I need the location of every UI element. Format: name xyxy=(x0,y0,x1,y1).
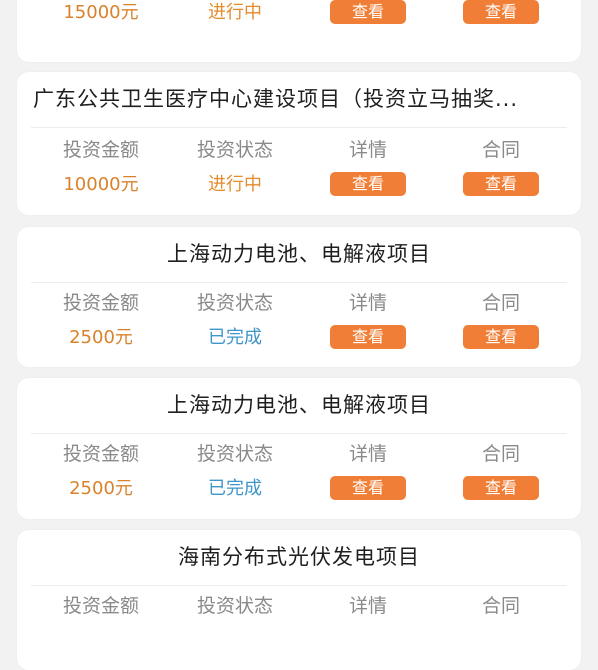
amount-column: 投资金额 2500元 xyxy=(46,440,156,502)
contract-label: 合同 xyxy=(481,139,520,161)
view-detail-button[interactable]: 查看 xyxy=(330,325,406,349)
view-contract-button[interactable]: 查看 xyxy=(463,172,539,196)
divider xyxy=(31,585,567,586)
status-label: 投资状态 xyxy=(196,595,273,617)
project-card: 广东公共卫生医疗中心建设项目（投资立马抽奖... 投资金额 10000元 投资状… xyxy=(17,72,581,215)
project-title: 广东公共卫生医疗中心建设项目（投资立马抽奖... xyxy=(33,87,519,111)
detail-label: 详情 xyxy=(348,595,387,617)
contract-label: 合同 xyxy=(481,443,520,465)
project-card: 投资金额 15000元 投资状态 进行中 详情 查看 合同 查看 xyxy=(17,0,581,62)
project-title: 上海动力电池、电解液项目 xyxy=(167,393,431,417)
amount-column: 投资金额 15000元 xyxy=(46,0,156,26)
project-card: 海南分布式光伏发电项目 投资金额 投资状态 详情 合同 xyxy=(17,530,581,670)
status-column: 投资状态 进行中 xyxy=(180,136,290,198)
view-detail-button[interactable]: 查看 xyxy=(330,172,406,196)
contract-column: 合同 查看 xyxy=(446,0,556,24)
divider xyxy=(31,127,567,128)
detail-column: 详情 查看 xyxy=(313,289,423,349)
status-value: 已完成 xyxy=(208,478,262,499)
amount-column: 投资金额 2500元 xyxy=(46,289,156,351)
status-value: 已完成 xyxy=(208,327,262,348)
status-label: 投资状态 xyxy=(196,292,273,314)
detail-column: 详情 查看 xyxy=(313,440,423,500)
view-contract-button[interactable]: 查看 xyxy=(463,476,539,500)
divider xyxy=(31,433,567,434)
contract-column: 合同 查看 xyxy=(446,289,556,349)
detail-column: 详情 查看 xyxy=(313,136,423,196)
amount-value: 10000元 xyxy=(63,174,139,195)
project-title: 上海动力电池、电解液项目 xyxy=(167,242,431,266)
status-label: 投资状态 xyxy=(196,443,273,465)
amount-column: 投资金额 10000元 xyxy=(46,136,156,198)
amount-value: 2500元 xyxy=(69,327,133,348)
detail-label: 详情 xyxy=(348,292,387,314)
amount-value: 2500元 xyxy=(69,478,133,499)
view-contract-button[interactable]: 查看 xyxy=(463,0,539,24)
amount-label: 投资金额 xyxy=(62,139,139,161)
detail-label: 详情 xyxy=(348,139,387,161)
contract-label: 合同 xyxy=(481,595,520,617)
status-value: 进行中 xyxy=(208,2,262,23)
amount-label: 投资金额 xyxy=(62,443,139,465)
amount-label: 投资金额 xyxy=(62,595,139,617)
status-value: 进行中 xyxy=(208,174,262,195)
detail-column: 详情 查看 xyxy=(313,0,423,24)
detail-label: 详情 xyxy=(348,443,387,465)
detail-column: 详情 xyxy=(313,592,423,620)
contract-column: 合同 xyxy=(446,592,556,620)
amount-label: 投资金额 xyxy=(62,292,139,314)
divider xyxy=(31,282,567,283)
status-column: 投资状态 已完成 xyxy=(180,440,290,502)
status-column: 投资状态 xyxy=(180,592,290,620)
view-detail-button[interactable]: 查看 xyxy=(330,476,406,500)
status-column: 投资状态 进行中 xyxy=(180,0,290,26)
contract-label: 合同 xyxy=(481,292,520,314)
contract-column: 合同 查看 xyxy=(446,440,556,500)
project-card: 上海动力电池、电解液项目 投资金额 2500元 投资状态 已完成 详情 查看 合… xyxy=(17,378,581,519)
view-detail-button[interactable]: 查看 xyxy=(330,0,406,24)
status-label: 投资状态 xyxy=(196,139,273,161)
amount-value: 15000元 xyxy=(63,2,139,23)
project-title: 海南分布式光伏发电项目 xyxy=(178,545,420,569)
project-card: 上海动力电池、电解液项目 投资金额 2500元 投资状态 已完成 详情 查看 合… xyxy=(17,227,581,367)
status-column: 投资状态 已完成 xyxy=(180,289,290,351)
view-contract-button[interactable]: 查看 xyxy=(463,325,539,349)
contract-column: 合同 查看 xyxy=(446,136,556,196)
amount-column: 投资金额 xyxy=(46,592,156,620)
